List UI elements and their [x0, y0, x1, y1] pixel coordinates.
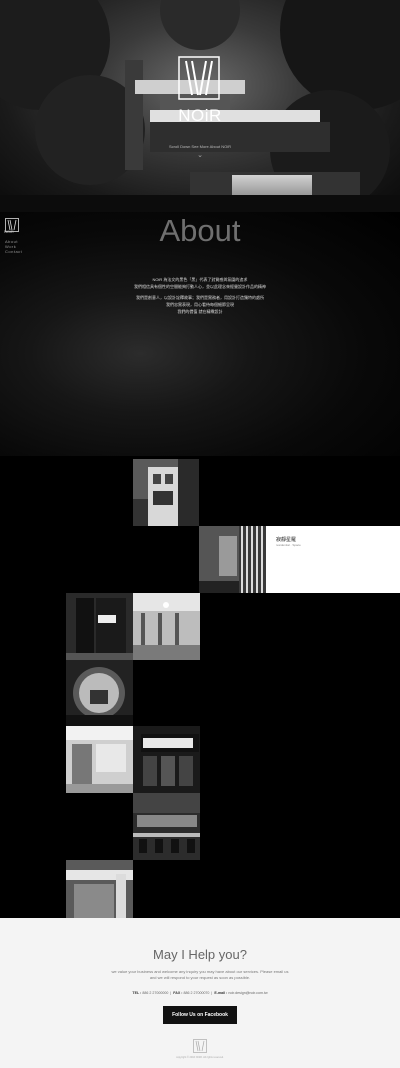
work-tile[interactable]	[66, 660, 133, 726]
work-caption-card[interactable]: 寂靜星羅 residential · Space	[266, 526, 400, 593]
footer-logo-icon	[193, 1039, 207, 1053]
fax-label: FAX :	[173, 991, 183, 995]
fax-value: 886 2 27000070	[183, 991, 210, 995]
about-paragraph: 我們忠實表現，用心看待每個細節呈現	[166, 302, 234, 307]
facebook-button[interactable]: Follow Us on Facebook	[163, 1006, 237, 1024]
sidebar-item-contact[interactable]: Contact	[5, 249, 22, 254]
hero-tagline: Scroll Down See More About NOiR	[168, 144, 232, 149]
about-text: NOiR 為法文的黑色「黑」代表了對質感與氛圍的追求 我們相信具有個性的空間能夠…	[130, 276, 270, 319]
email-link[interactable]: noir.design@noir.com.tw	[228, 991, 267, 995]
email-label: E-mail :	[214, 991, 228, 995]
brand-logo-mark[interactable]	[178, 56, 220, 100]
about-paragraph: 我們相信具有個性的空間能夠打動人心，並以此理念來經營設計作品的精神	[134, 284, 266, 289]
work-tile[interactable]	[199, 526, 266, 593]
work-tile[interactable]	[66, 860, 133, 926]
contact-title: May I Help you?	[153, 947, 247, 962]
work-caption-subtitle: residential · Space	[276, 543, 301, 547]
about-title: About	[159, 213, 241, 248]
copyright: copyright © 2016 NOiR. All rights reserv…	[176, 1056, 224, 1059]
contact-description: we value your business and welcome any i…	[111, 969, 289, 980]
work-tile[interactable]	[133, 593, 200, 660]
work-tile[interactable]	[66, 726, 133, 793]
work-tile[interactable]	[133, 726, 200, 793]
about-paragraph: 我們是創意人，以設計詮釋故事；我們是實務者，用設計打造獨特的處所	[136, 295, 264, 300]
work-caption-title: 寂靜星羅	[276, 537, 297, 543]
hero-banner: NOiR Scroll Down See More About NOiR ⌄	[0, 0, 400, 212]
about-paragraph: 我們的價值 就在精緻設計	[177, 309, 223, 314]
contact-info: TEL : 886 2 27000000 | FAX : 886 2 27000…	[132, 991, 268, 995]
about-paragraph: NOiR 為法文的黑色「黑」代表了對質感與氛圍的追求	[152, 277, 248, 282]
chevron-down-icon[interactable]: ⌄	[196, 152, 204, 159]
work-tile[interactable]	[66, 593, 133, 660]
work-tile[interactable]	[133, 793, 200, 860]
brand-name: NOiR	[178, 106, 222, 125]
work-tile[interactable]	[133, 459, 199, 526]
contact-section: May I Help you? we value your business a…	[0, 918, 400, 1068]
sidebar-nav: About Work Contact	[5, 239, 22, 254]
tel-label: TEL :	[132, 991, 142, 995]
tel-value[interactable]: 886 2 27000000	[142, 991, 168, 995]
sidebar-brand: NOiR	[4, 229, 14, 234]
